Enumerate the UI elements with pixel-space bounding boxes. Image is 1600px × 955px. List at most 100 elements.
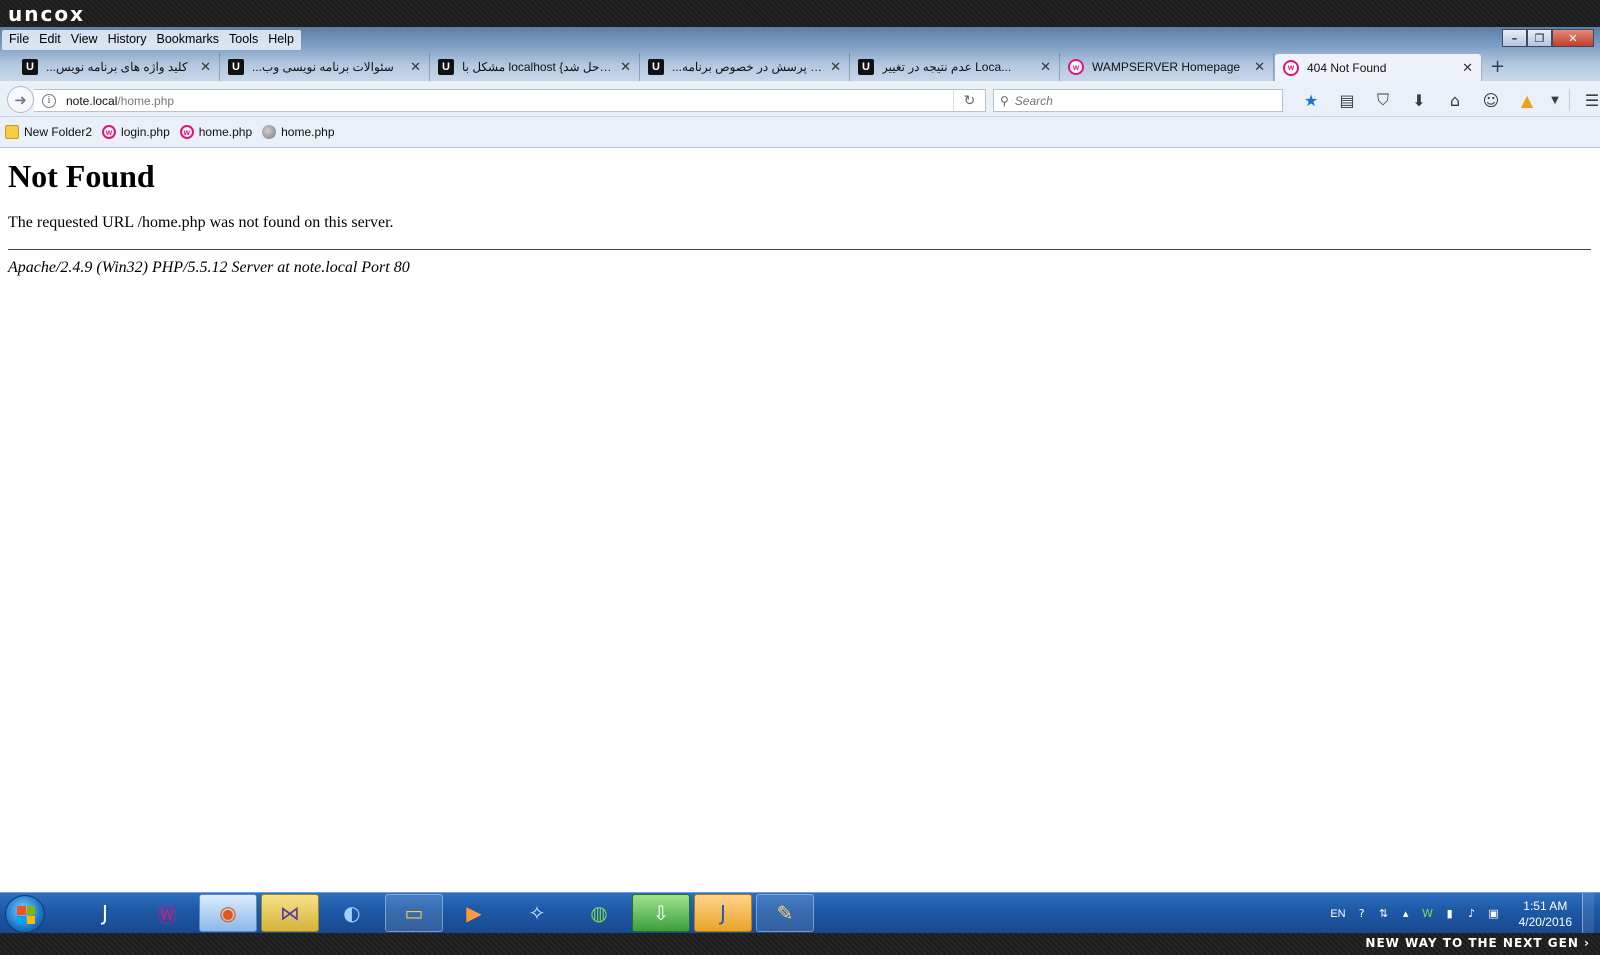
- menu-help[interactable]: Help: [263, 30, 299, 50]
- close-tab-icon[interactable]: ✕: [830, 59, 841, 75]
- bookmark-login-php[interactable]: w login.php: [102, 125, 170, 139]
- close-tab-icon[interactable]: ✕: [1254, 59, 1265, 75]
- toolbar-icons: ★ ▤ ⛉ ⬇ ⌂ ☺ ▲ ▼ ☰: [1293, 89, 1600, 111]
- clock-date: 4/20/2016: [1518, 914, 1572, 929]
- search-bar[interactable]: ⚲: [993, 89, 1283, 112]
- tab-title: WAMPSERVER Homepage: [1092, 60, 1241, 74]
- taskbar-jetbrains-active-icon[interactable]: J: [694, 894, 752, 932]
- menu-history[interactable]: History: [103, 30, 152, 50]
- dropdown-chevron-icon[interactable]: ▼: [1545, 89, 1565, 111]
- brand-bar: uncox: [0, 0, 1600, 27]
- taskbar-safari-icon[interactable]: ✧: [508, 894, 566, 932]
- show-desktop-button[interactable]: [1582, 893, 1594, 934]
- wampserver-icon: w: [102, 125, 117, 139]
- error-message: The requested URL /home.php was not foun…: [8, 214, 394, 231]
- reload-button[interactable]: ↻: [953, 90, 985, 111]
- site-info-icon[interactable]: i: [42, 93, 56, 108]
- volume-icon[interactable]: ♪: [1465, 907, 1479, 921]
- reading-list-icon[interactable]: ▤: [1329, 89, 1365, 111]
- minimize-button[interactable]: –: [1502, 29, 1527, 47]
- menu-view[interactable]: View: [66, 30, 103, 50]
- bookmark-home-php[interactable]: w home.php: [179, 125, 253, 139]
- help-icon[interactable]: ?: [1355, 907, 1369, 921]
- bookmark-label: home.php: [281, 125, 335, 139]
- search-input[interactable]: [1014, 93, 1255, 108]
- url-bar[interactable]: i note.local/home.php ↻: [34, 89, 986, 112]
- taskbar-firefox-icon[interactable]: ◉: [199, 894, 257, 932]
- close-tab-icon[interactable]: ✕: [200, 59, 211, 75]
- bookmark-home-php-2[interactable]: home.php: [262, 125, 335, 139]
- tab-title: ...طرح پرسش در خصوص برنامه: [672, 60, 825, 74]
- folder-icon: [5, 125, 19, 139]
- taskbar-download-manager-icon[interactable]: ⇩: [632, 894, 690, 932]
- close-tab-icon[interactable]: ✕: [1462, 60, 1473, 76]
- page-heading: Not Found: [8, 158, 155, 194]
- tab-6[interactable]: w WAMPSERVER Homepage ✕: [1060, 53, 1274, 81]
- wampserver-tray-icon[interactable]: W: [1421, 907, 1435, 921]
- close-tab-icon[interactable]: ✕: [1040, 59, 1051, 75]
- bookmark-label: home.php: [198, 125, 253, 139]
- tab-4[interactable]: U ...طرح پرسش در خصوص برنامه ✕: [640, 53, 850, 81]
- tab-7-active[interactable]: w 404 Not Found ✕: [1274, 53, 1482, 81]
- tab-3[interactable]: U مشکل با localhost {حل شد} - ... ✕: [430, 53, 640, 81]
- close-tab-icon[interactable]: ✕: [410, 59, 421, 75]
- new-tab-button[interactable]: +: [1490, 56, 1505, 77]
- tab-title: 404 Not Found: [1307, 60, 1387, 75]
- power-icon[interactable]: ▣: [1487, 907, 1501, 921]
- taskbar-media-player-icon[interactable]: ▶: [445, 894, 503, 932]
- home-icon[interactable]: ⌂: [1437, 89, 1473, 111]
- uncox-icon: U: [648, 59, 664, 75]
- menu-edit[interactable]: Edit: [34, 30, 66, 50]
- taskbar-wampserver-icon[interactable]: Ⓦ: [138, 894, 196, 932]
- bookmark-star-icon[interactable]: ★: [1293, 89, 1329, 111]
- extension-icon[interactable]: ▲: [1509, 89, 1545, 111]
- divider: [8, 249, 1591, 250]
- taskbar-explorer-icon[interactable]: ▭: [385, 894, 443, 932]
- restore-button[interactable]: ❐: [1527, 29, 1552, 47]
- tab-5[interactable]: U عدم نتیجه در تغییر Loca... ✕: [850, 53, 1060, 81]
- tab-title: ...سئوالات برنامه نویسی وب: [252, 60, 394, 74]
- network-icon[interactable]: ⇅: [1377, 907, 1391, 921]
- uncox-icon: U: [22, 59, 38, 75]
- taskbar-paint-icon[interactable]: ✎: [756, 894, 814, 932]
- tab-strip: U ...کلید واژه های برنامه نویس ✕ U ...سئ…: [0, 53, 1600, 81]
- wampserver-icon: w: [1283, 59, 1299, 76]
- bookmark-new-folder2[interactable]: New Folder2: [5, 125, 92, 139]
- menu-tools[interactable]: Tools: [224, 30, 263, 50]
- reload-icon: ↻: [963, 92, 976, 109]
- taskbar-visual-studio-icon[interactable]: ⋈: [261, 894, 319, 932]
- show-hidden-icons-icon[interactable]: ▴: [1399, 907, 1413, 921]
- globe-icon: [262, 125, 277, 139]
- tab-title: ...کلید واژه های برنامه نویس: [46, 60, 188, 74]
- bookmarks-bar: New Folder2 w login.php w home.php home.…: [0, 117, 1600, 148]
- taskbar-globe-icon[interactable]: ◍: [570, 894, 628, 932]
- download-icon[interactable]: ⬇: [1401, 89, 1437, 111]
- clock[interactable]: 1:51 AM 4/20/2016: [1519, 898, 1572, 930]
- system-tray: EN ? ⇅ ▴ W ▮ ♪ ▣ 1:51 AM 4/20/2016: [1325, 893, 1600, 934]
- signal-icon[interactable]: ▮: [1443, 907, 1457, 921]
- browser-chrome: File Edit View History Bookmarks Tools H…: [0, 27, 1600, 81]
- menu-file[interactable]: File: [4, 30, 34, 50]
- close-tab-icon[interactable]: ✕: [620, 59, 631, 75]
- url-host: note.local: [66, 93, 118, 108]
- hamburger-menu-icon[interactable]: ☰: [1574, 89, 1600, 111]
- taskbar-jetbrains-icon[interactable]: J: [76, 894, 134, 932]
- chat-icon[interactable]: ☺: [1473, 89, 1509, 111]
- tab-title: مشکل با localhost {حل شد} - ...: [462, 60, 614, 74]
- start-button[interactable]: [5, 895, 45, 933]
- windows-logo-icon: [17, 906, 35, 924]
- menu-bookmarks[interactable]: Bookmarks: [151, 30, 224, 50]
- brand-slogan: NEW WAY TO THE NEXT GEN ›: [1365, 936, 1590, 950]
- back-button[interactable]: ➜: [7, 86, 34, 113]
- wampserver-icon: w: [179, 125, 194, 139]
- tab-1[interactable]: U ...کلید واژه های برنامه نویس ✕: [14, 53, 220, 81]
- uncox-icon: U: [438, 59, 454, 75]
- tab-2[interactable]: U ...سئوالات برنامه نویسی وب ✕: [220, 53, 430, 81]
- pocket-icon[interactable]: ⛉: [1365, 89, 1401, 111]
- bottom-brand-strip: NEW WAY TO THE NEXT GEN ›: [0, 933, 1600, 955]
- bookmark-label: New Folder2: [24, 125, 93, 139]
- language-indicator[interactable]: EN: [1330, 908, 1345, 920]
- close-window-button[interactable]: ✕: [1552, 29, 1594, 47]
- taskbar: J Ⓦ ◉ ⋈ ◐ ▭ ▶ ✧ ◍ ⇩ J ✎ EN ? ⇅ ▴ W ▮ ♪ ▣…: [0, 892, 1600, 934]
- taskbar-shield-icon[interactable]: ◐: [323, 894, 381, 932]
